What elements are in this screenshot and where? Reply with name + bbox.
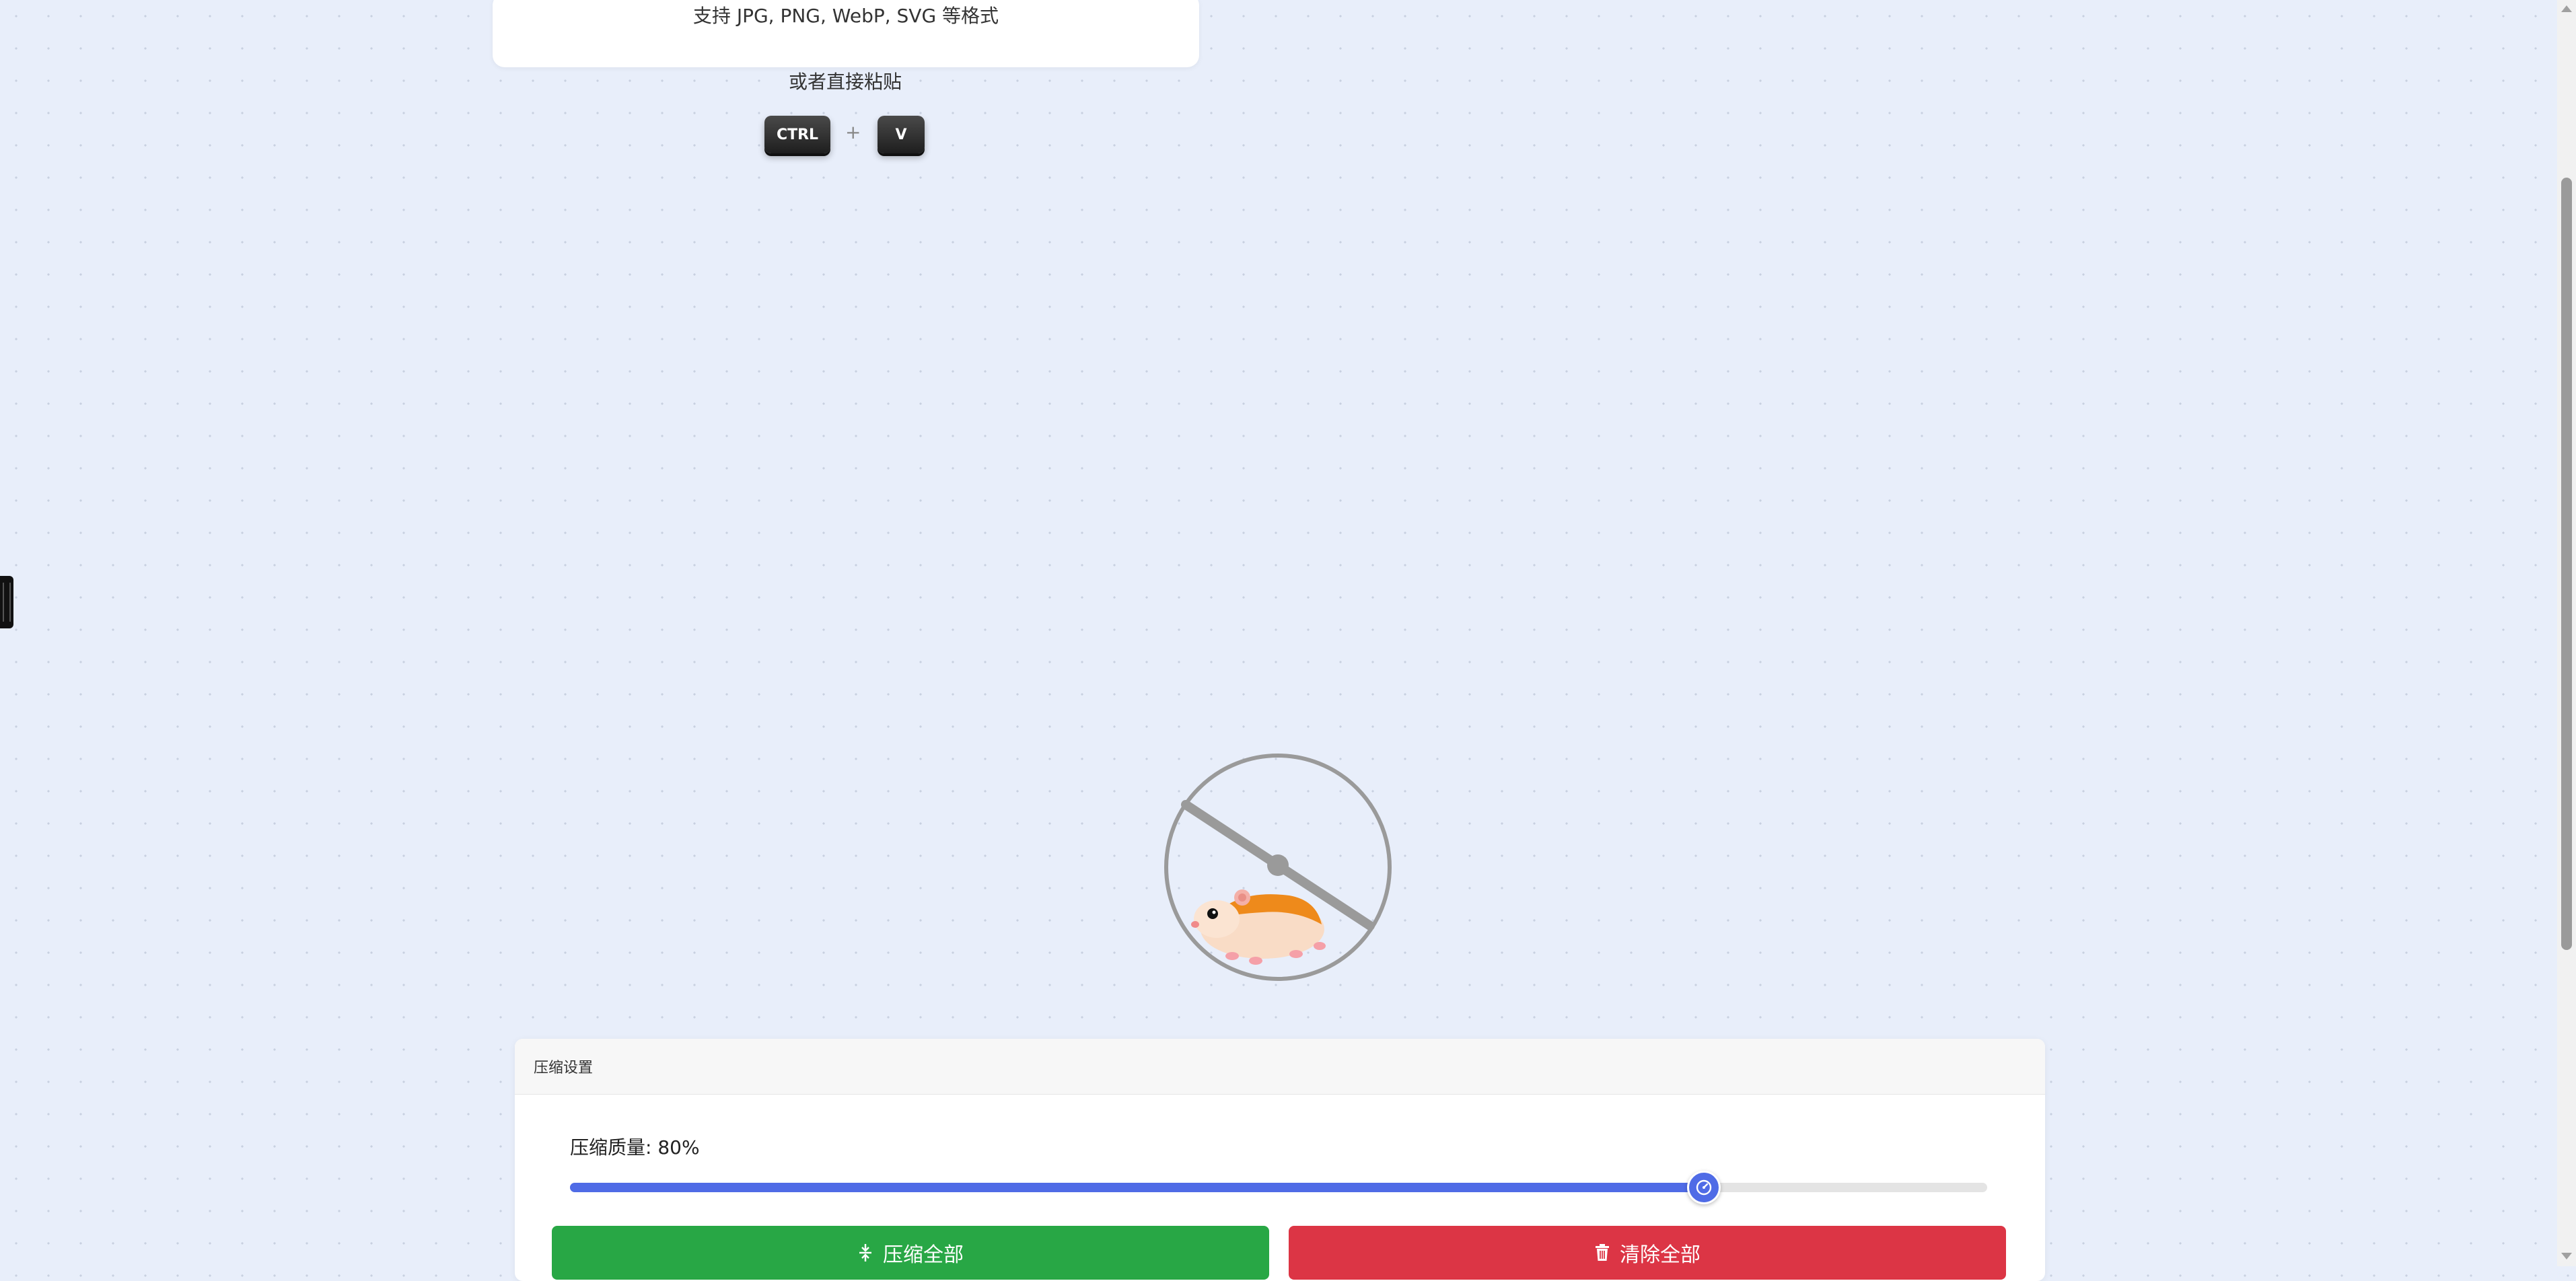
quality-label: 压缩质量: 80% [570, 1136, 700, 1159]
compress-all-button[interactable]: 压缩全部 [552, 1226, 1269, 1280]
scrollbar-thumb[interactable] [2561, 178, 2572, 950]
ctrl-key: CTRL [764, 116, 830, 153]
v-key: V [878, 116, 925, 153]
quality-slider[interactable] [570, 1171, 1987, 1204]
compress-all-label: 压缩全部 [883, 1243, 964, 1267]
upload-dropzone[interactable]: 支持 JPG, PNG, WebP, SVG 等格式 [493, 0, 1199, 67]
quality-slider-fill [570, 1183, 1704, 1192]
side-drawer-handle[interactable] [0, 576, 13, 628]
supported-formats-text: 支持 JPG, PNG, WebP, SVG 等格式 [692, 5, 999, 27]
clear-all-label: 清除全部 [1620, 1243, 1701, 1267]
hamster-wheel-icon [1164, 754, 1392, 981]
trash-icon [1596, 1244, 1609, 1261]
scroll-down-icon[interactable] [2561, 1253, 2572, 1259]
plus-sign: + [845, 121, 861, 143]
compression-settings-panel: 压缩设置 压缩质量: 80% 压缩全部 清除全部 [515, 1039, 2045, 1281]
compress-icon [859, 1244, 871, 1261]
settings-header: 压缩设置 [515, 1039, 2045, 1095]
paste-hint: 或者直接粘贴 [788, 71, 902, 93]
scroll-up-icon[interactable] [2561, 5, 2572, 12]
quality-slider-thumb[interactable] [1686, 1171, 1721, 1204]
gauge-icon [1696, 1179, 1711, 1196]
clear-all-button[interactable]: 清除全部 [1289, 1226, 2006, 1280]
